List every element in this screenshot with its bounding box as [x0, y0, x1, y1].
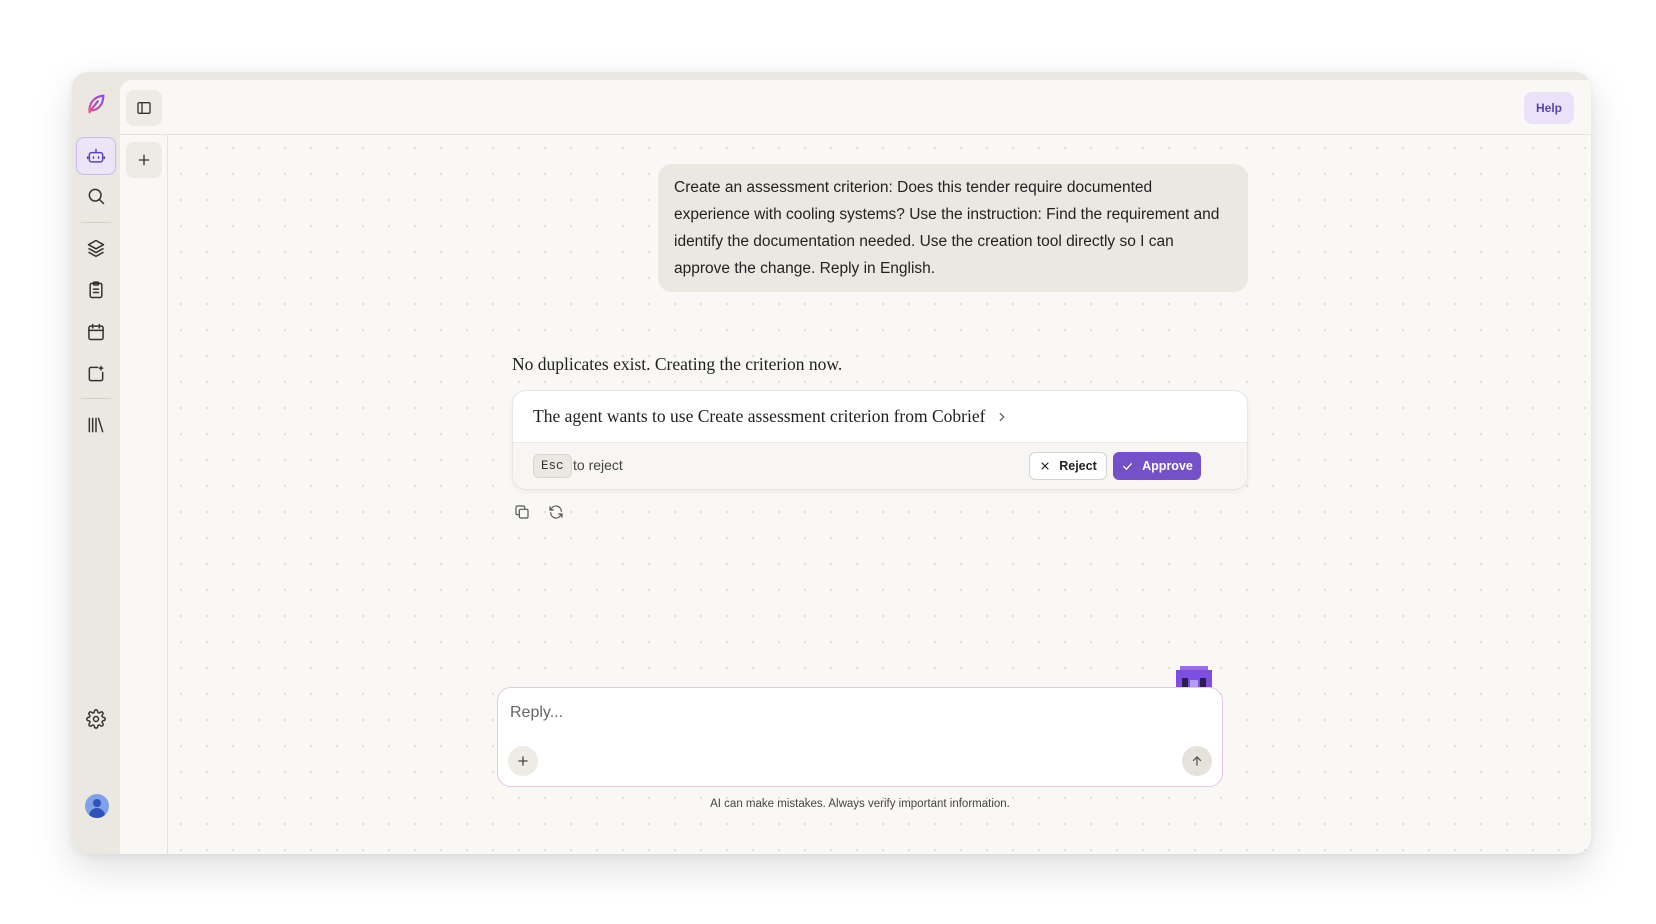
reject-button[interactable]: Reject [1029, 452, 1107, 480]
clipboard-list-icon[interactable] [76, 271, 116, 309]
message-actions [512, 502, 566, 522]
rail-divider [81, 222, 111, 223]
mascot-icon [1176, 666, 1212, 690]
secondary-column [120, 135, 168, 854]
calendar-icon[interactable] [76, 313, 116, 351]
agent-bot-icon[interactable] [76, 137, 116, 175]
send-arrow-icon[interactable] [1182, 746, 1212, 776]
attach-plus-icon[interactable] [508, 746, 538, 776]
library-icon[interactable] [76, 406, 116, 444]
help-button[interactable]: Help [1524, 92, 1574, 124]
close-icon [1041, 462, 1049, 470]
main-panel: Help Create an assessment criterion: Doe… [120, 80, 1591, 854]
new-document-icon[interactable] [76, 355, 116, 393]
app-logo-icon[interactable] [76, 85, 116, 123]
user-avatar[interactable] [85, 794, 109, 818]
chevron-right-icon[interactable] [995, 410, 1009, 424]
tool-request-header[interactable]: The agent wants to use Create assessment… [513, 391, 1247, 443]
approve-button[interactable]: Approve [1113, 452, 1201, 480]
regenerate-icon[interactable] [546, 502, 566, 522]
tool-approval-card: The agent wants to use Create assessment… [512, 390, 1248, 490]
reject-label: Reject [1059, 459, 1097, 473]
esc-key-hint: Esc [533, 454, 572, 478]
check-icon [1123, 462, 1133, 470]
top-bar: Help [120, 80, 1591, 135]
reply-composer[interactable]: Reply... [497, 687, 1223, 787]
settings-gear-icon[interactable] [76, 700, 116, 738]
toggle-sidebar-icon[interactable] [126, 90, 162, 126]
ai-disclaimer: AI can make mistakes. Always verify impo… [710, 798, 1010, 810]
assistant-message: No duplicates exist. Creating the criter… [512, 354, 843, 374]
app-window: Help Create an assessment criterion: Doe… [72, 72, 1591, 854]
new-chat-plus-icon[interactable] [126, 142, 162, 178]
approve-label: Approve [1142, 459, 1193, 473]
tool-request-footer: Esc to reject Reject Approve [513, 443, 1247, 489]
rail-divider [81, 398, 111, 399]
tool-request-title: The agent wants to use Create assessment… [533, 406, 986, 426]
reply-input[interactable]: Reply... [510, 704, 563, 722]
nav-rail [72, 72, 120, 854]
reject-shortcut-text: to reject [573, 457, 623, 473]
user-message-bubble: Create an assessment criterion: Does thi… [658, 164, 1248, 292]
copy-icon[interactable] [512, 502, 532, 522]
search-icon[interactable] [76, 177, 116, 215]
layers-icon[interactable] [76, 229, 116, 267]
